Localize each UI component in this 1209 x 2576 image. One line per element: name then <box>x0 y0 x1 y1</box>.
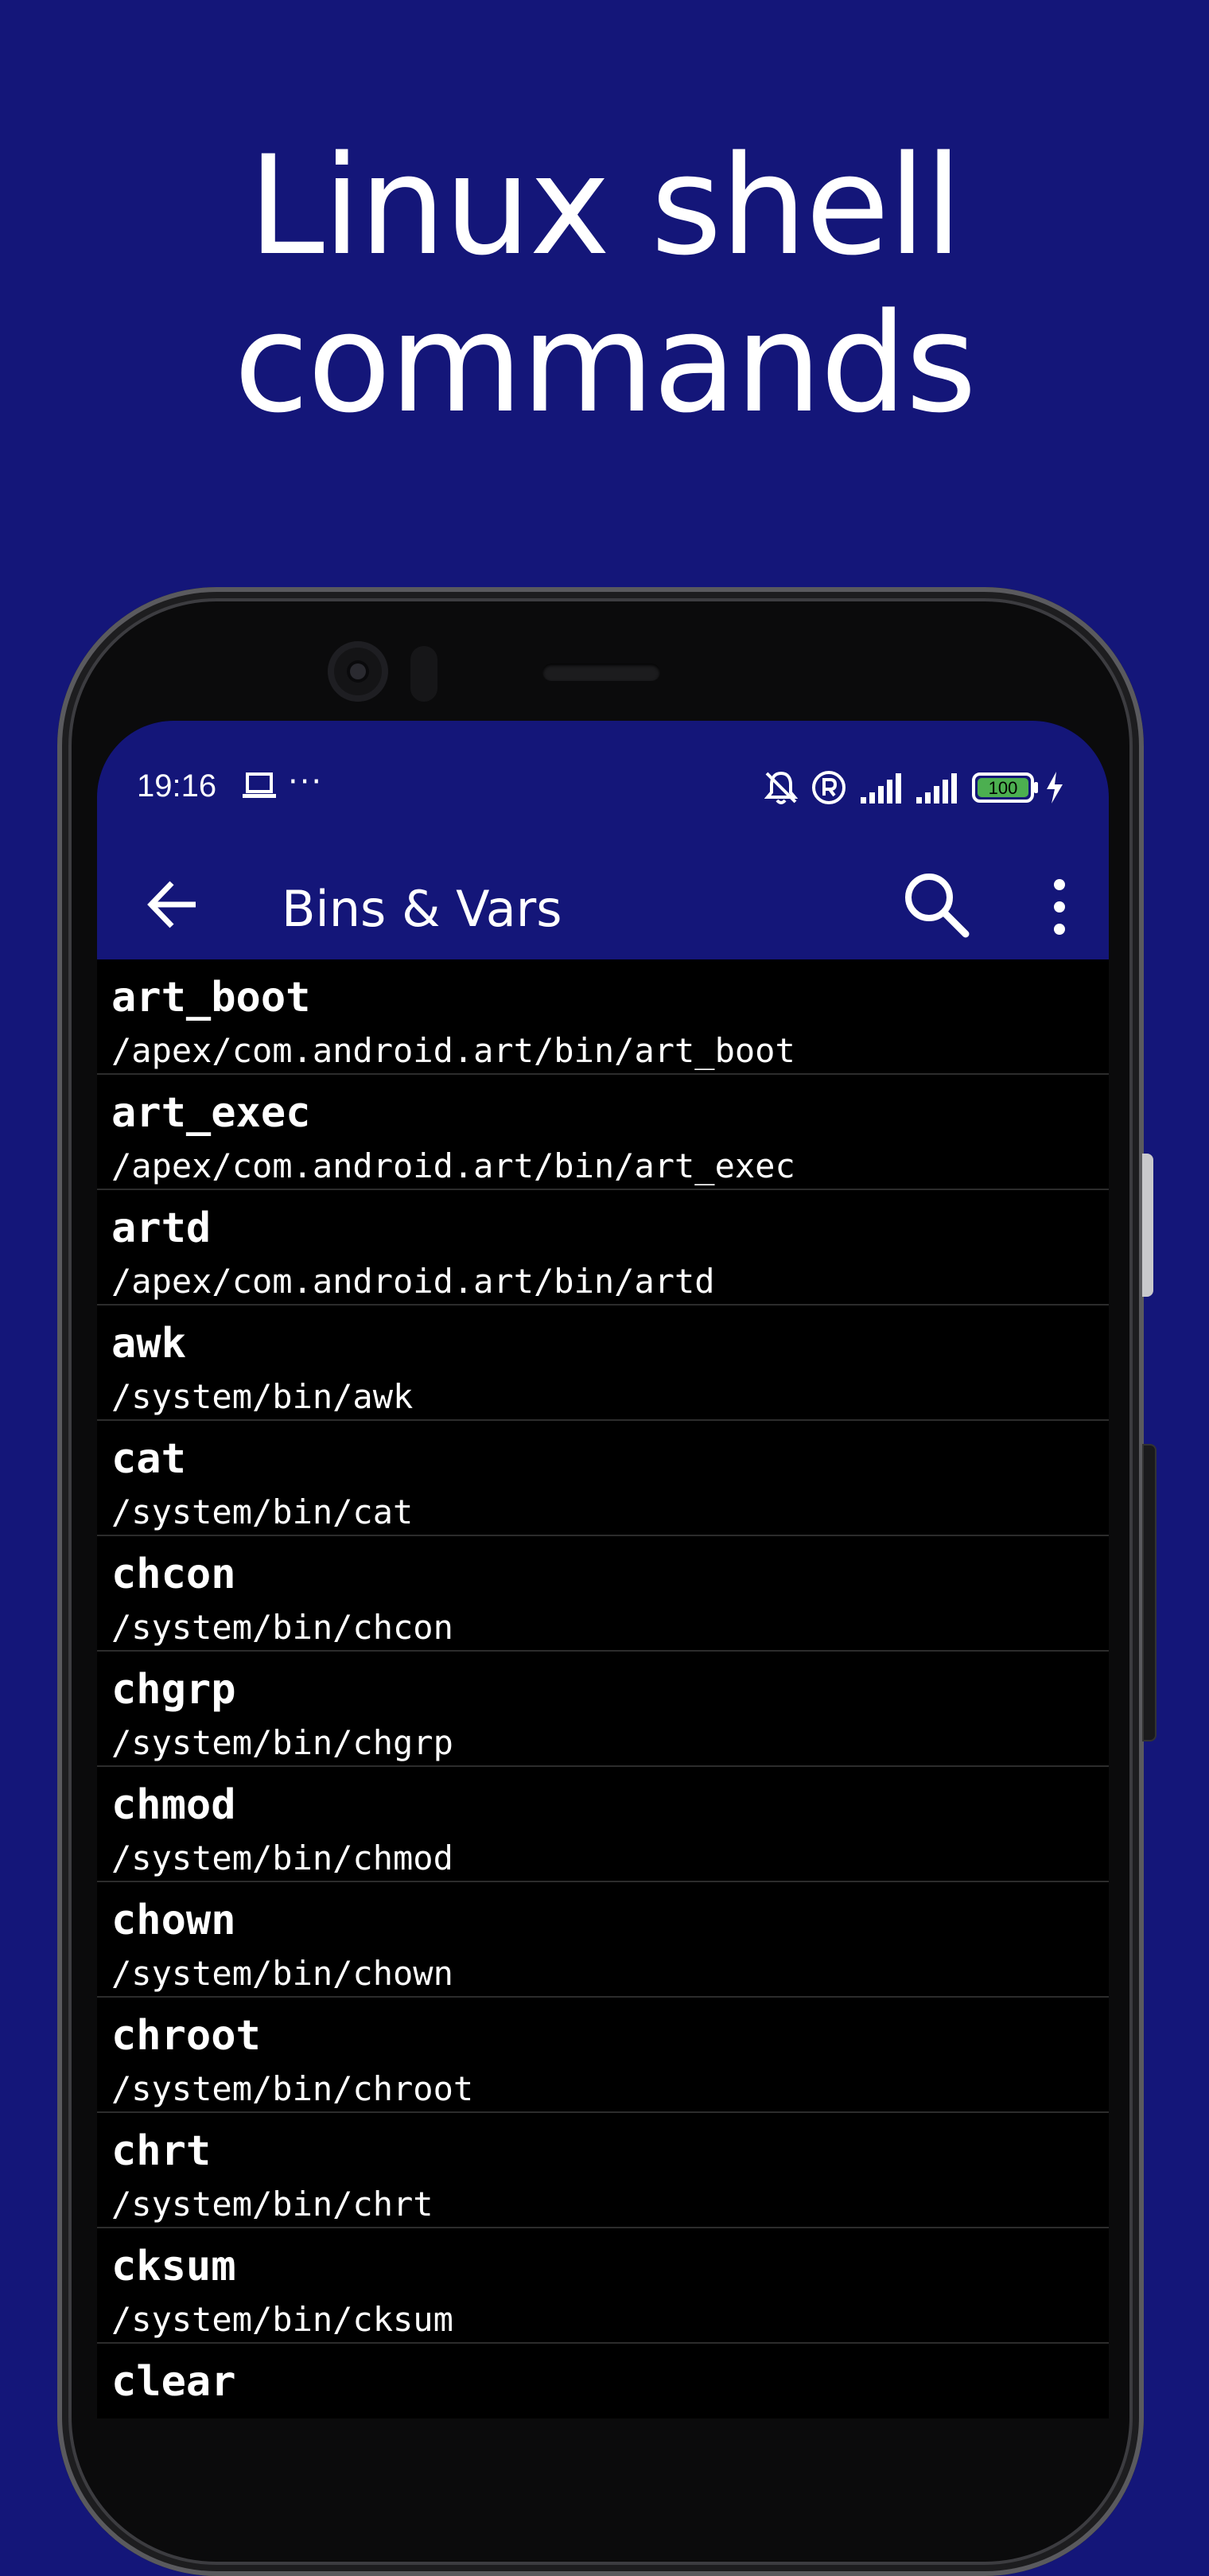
item-path: /system/bin/cksum <box>111 2300 453 2339</box>
item-path: /system/bin/chown <box>111 1954 453 1993</box>
bins-list[interactable]: art_boot/apex/com.android.art/bin/art_bo… <box>97 959 1109 2418</box>
item-name: chcon <box>111 1551 236 1598</box>
item-path: /apex/com.android.art/bin/artd <box>111 1262 715 1301</box>
item-name: chroot <box>111 2012 261 2060</box>
laptop-icon <box>243 772 276 798</box>
item-name: cat <box>111 1435 186 1483</box>
item-path: /system/bin/chroot <box>111 2069 474 2108</box>
item-path: /system/bin/cat <box>111 1492 414 1531</box>
back-arrow-icon[interactable] <box>145 877 200 932</box>
item-path: /apex/com.android.art/bin/art_exec <box>111 1146 795 1185</box>
signal-icon <box>861 773 901 804</box>
app-bar-title: Bins & Vars <box>282 880 562 938</box>
promo-headline-line-2: commands <box>233 283 977 443</box>
list-item[interactable]: awk/system/bin/awk <box>97 1306 1109 1421</box>
promo-headline-line-1: Linux shell <box>247 126 962 286</box>
item-name: chrt <box>111 2127 212 2175</box>
item-path: /system/bin/chgrp <box>111 1723 453 1762</box>
item-path: /system/bin/chrt <box>111 2185 433 2224</box>
item-name: art_exec <box>111 1089 311 1137</box>
list-item[interactable]: chcon/system/bin/chcon <box>97 1536 1109 1652</box>
item-name: chmod <box>111 1781 236 1829</box>
list-item[interactable]: chrt/system/bin/chrt <box>97 2113 1109 2228</box>
list-item[interactable]: clear <box>97 2344 1109 2418</box>
list-item[interactable]: chown/system/bin/chown <box>97 1882 1109 1998</box>
signal-icon <box>916 773 957 804</box>
phone-screen: 19:16 ··· 100 Bins & Vars art_boot /apex… <box>97 721 1109 2418</box>
list-item[interactable]: art_exec/apex/com.android.art/bin/art_ex… <box>97 1075 1109 1190</box>
registered-icon <box>812 771 846 804</box>
battery-icon: 100 <box>972 772 1038 803</box>
list-item[interactable]: art_boot/apex/com.android.art/bin/art_bo… <box>97 959 1109 1075</box>
item-path: /apex/com.android.art/bin/art_boot <box>111 1031 795 1070</box>
item-path: /system/bin/chcon <box>111 1608 453 1647</box>
phone-power-button <box>1142 1154 1153 1297</box>
bell-off-icon <box>764 771 799 804</box>
item-name: clear <box>111 2358 236 2406</box>
search-icon[interactable] <box>900 869 972 940</box>
list-item[interactable]: chroot/system/bin/chroot <box>97 1998 1109 2113</box>
more-vert-icon[interactable] <box>1044 875 1075 939</box>
list-item[interactable]: chmod/system/bin/chmod <box>97 1767 1109 1882</box>
item-name: artd <box>111 1204 212 1252</box>
battery-level-text: 100 <box>989 778 1018 798</box>
app-header: 19:16 ··· 100 Bins & Vars <box>97 721 1109 959</box>
item-name: chown <box>111 1897 236 1944</box>
phone-volume-button <box>1142 1444 1157 1741</box>
charging-icon <box>1047 772 1063 804</box>
item-name: chgrp <box>111 1666 236 1714</box>
proximity-sensor <box>410 646 437 702</box>
list-item[interactable]: artd/apex/com.android.art/bin/artd <box>97 1190 1109 1306</box>
list-item[interactable]: chgrp/system/bin/chgrp <box>97 1652 1109 1767</box>
item-name: art_boot <box>111 974 311 1021</box>
item-path: /system/bin/awk <box>111 1377 414 1416</box>
status-bar: 19:16 ··· 100 <box>97 721 1109 848</box>
item-name: cksum <box>111 2243 236 2290</box>
app-bar: Bins & Vars <box>97 848 1109 959</box>
list-item[interactable]: cksum/system/bin/cksum <box>97 2228 1109 2344</box>
earpiece-speaker <box>542 663 660 681</box>
item-path: /system/bin/chmod <box>111 1839 453 1878</box>
front-camera <box>328 641 388 702</box>
item-name: awk <box>111 1320 186 1368</box>
list-item[interactable]: cat/system/bin/cat <box>97 1421 1109 1536</box>
more-notifications-icon: ··· <box>288 764 324 800</box>
status-time: 19:16 <box>137 769 217 804</box>
promo-headline: Linux shell commands <box>0 127 1209 442</box>
